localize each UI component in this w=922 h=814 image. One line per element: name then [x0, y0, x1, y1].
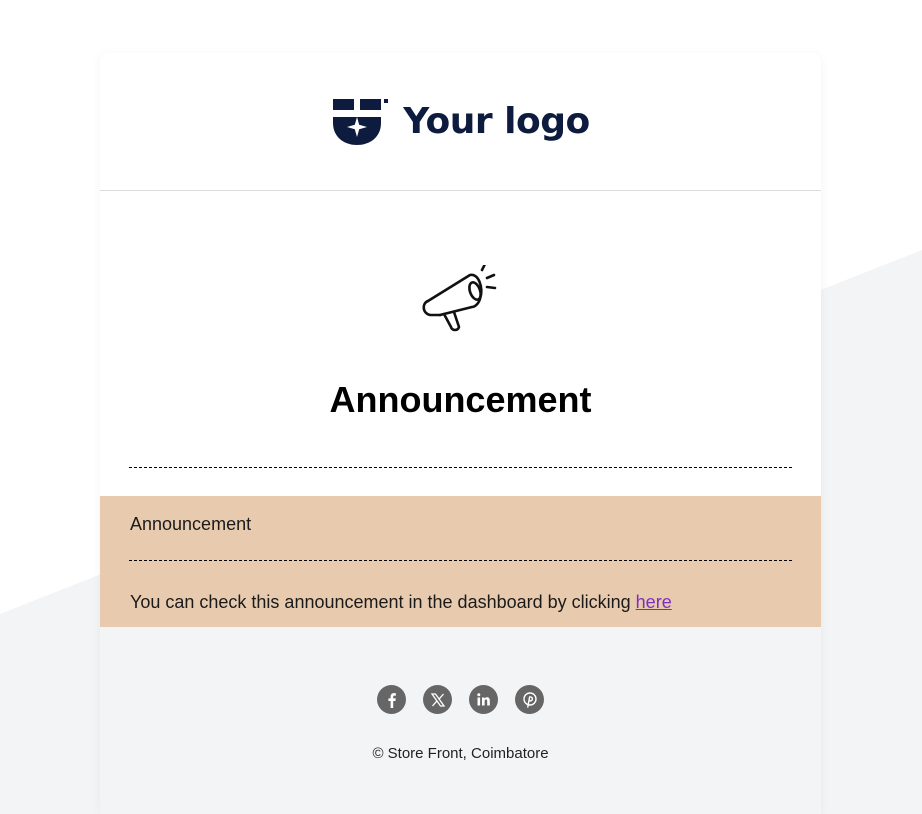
footer: © Store Front, Coimbatore	[100, 627, 821, 814]
logo-text: Your logo	[403, 101, 590, 142]
email-card: Your logo Announcement Announcement You …	[100, 53, 821, 814]
dashboard-link[interactable]: here	[636, 592, 672, 612]
announcement-body: You can check this announcement in the d…	[130, 592, 672, 613]
logo-header: Your logo	[100, 53, 821, 191]
shield-star-icon	[333, 98, 389, 145]
announcement-heading: Announcement	[130, 514, 252, 534]
pinterest-icon	[522, 691, 537, 708]
x-twitter-icon	[430, 692, 445, 707]
social-links	[100, 685, 821, 714]
linkedin-button[interactable]	[469, 685, 498, 714]
page-title: Announcement	[329, 379, 592, 420]
facebook-icon	[387, 692, 396, 708]
dashed-divider	[129, 560, 792, 561]
brand-logo[interactable]: Your logo	[331, 97, 590, 147]
copyright-text: © Store Front, Coimbatore	[372, 745, 549, 762]
announcement-panel: Announcement You can check this announce…	[100, 496, 821, 627]
x-twitter-button[interactable]	[423, 685, 452, 714]
facebook-button[interactable]	[377, 685, 406, 714]
dashed-divider	[129, 467, 792, 468]
hero-section: Announcement	[100, 191, 821, 496]
linkedin-icon	[477, 693, 490, 706]
megaphone-icon	[422, 265, 497, 332]
pinterest-button[interactable]	[515, 685, 544, 714]
announcement-text: You can check this announcement in the d…	[130, 592, 636, 612]
